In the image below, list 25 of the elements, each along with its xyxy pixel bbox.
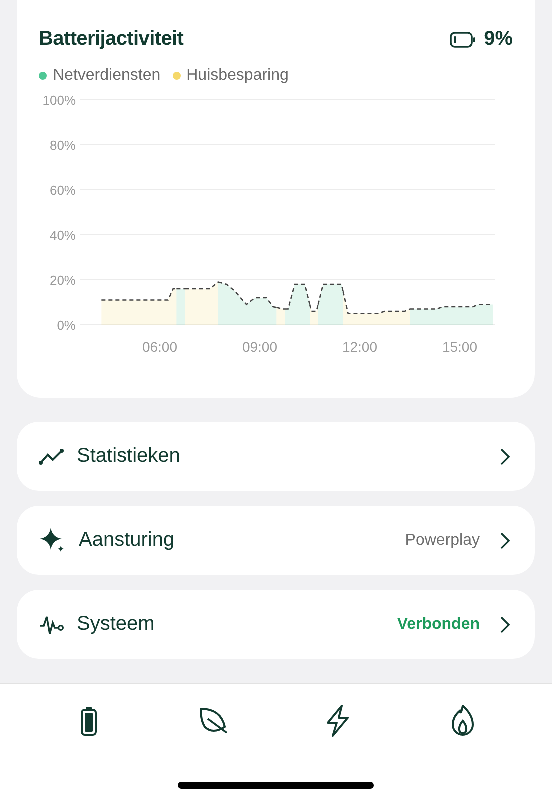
chevron-icon [500,532,511,550]
legend-label: Huisbesparing [186,67,289,85]
card-title: Batterijactiviteit [39,28,184,51]
axis-label: 40% [50,228,76,243]
legend-label: Netverdiensten [53,67,161,85]
trend-icon [39,448,65,466]
axis-label: 12:00 [342,339,378,355]
row-value: Powerplay [405,532,480,550]
chevron-icon [500,448,511,466]
axis-label: 0% [57,318,76,333]
menu-row[interactable]: Aansturing Powerplay [17,506,535,575]
pulse-icon [39,614,65,636]
battery-icon [450,32,476,48]
menu-row[interactable]: Statistieken [17,422,535,491]
chevron-icon [500,616,511,634]
axis-label: 06:00 [142,339,178,355]
axis-label: 60% [50,183,76,198]
axis-label: 100% [42,93,76,108]
axis-label: 09:00 [242,339,278,355]
row-value: Verbonden [397,616,480,634]
menu-row[interactable]: Systeem Verbonden [17,590,535,659]
axis-label: 15:00 [442,339,478,355]
axis-label: 20% [50,273,76,288]
axis-label: 80% [50,138,76,153]
battery-percent: 9% [484,28,513,51]
